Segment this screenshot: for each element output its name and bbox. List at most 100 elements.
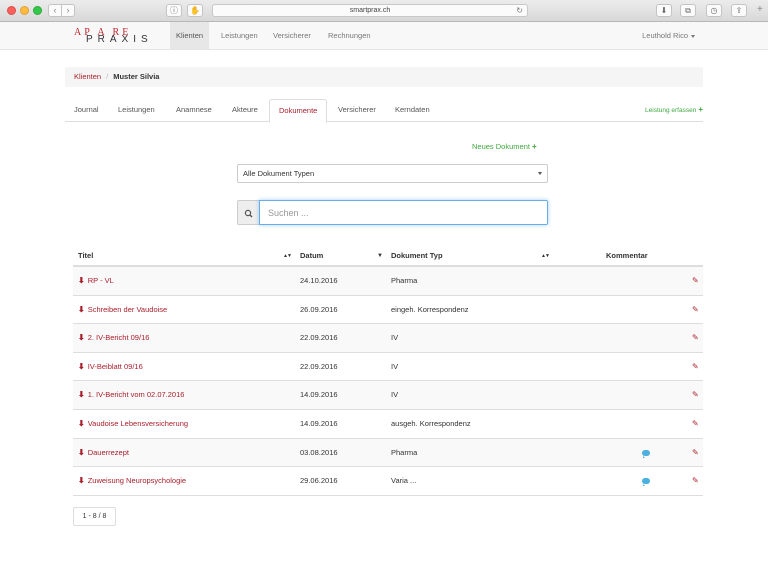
download-icon: ⬇ [78, 304, 85, 314]
table-row: ⬇ Schreiben der Vaudoise 26.09.2016 eingeh.… [73, 296, 703, 325]
column-header-date[interactable]: Datum [300, 245, 323, 267]
document-title-link[interactable]: ⬇ IV-Beiblatt 09/16 [78, 353, 143, 381]
sort-icon[interactable]: ▲▼ [541, 253, 550, 259]
document-type: IV [391, 333, 399, 343]
document-title-link[interactable]: ⬇ Vaudoise Lebensversicherung [78, 410, 188, 438]
extension-icon[interactable]: ✋ [187, 4, 203, 17]
download-icon: ⬇ [78, 390, 85, 400]
tab-journal[interactable]: Journal [65, 99, 108, 122]
close-window-button[interactable] [7, 6, 16, 15]
column-header-type[interactable]: Dokument Typ [391, 245, 443, 267]
nav-versicherer[interactable]: Versicherer [267, 22, 317, 49]
browser-toolbar: ‹ › ⓘ ✋ smartprax.ch ↻ ⬇ ⧉ ◷ ⇪ + [0, 0, 768, 22]
document-date: 29.06.2016 [300, 476, 338, 486]
pencil-icon[interactable]: ✎ [692, 419, 699, 428]
document-title-link[interactable]: ⬇ RP - VL [78, 267, 114, 295]
plus-icon: + [698, 105, 703, 114]
column-header-title[interactable]: Titel [78, 245, 93, 267]
document-title-link[interactable]: ⬇ 1. IV-Bericht vom 02.07.2016 [78, 381, 184, 409]
reload-icon[interactable]: ↻ [516, 5, 523, 17]
document-date: 14.09.2016 [300, 419, 338, 428]
breadcrumb-link-klienten[interactable]: Klienten [74, 72, 101, 81]
document-title-link[interactable]: ⬇ 2. IV-Bericht 09/16 [78, 324, 149, 352]
pagination[interactable]: 1 - 8 / 8 [73, 507, 116, 526]
column-header-comment: Kommentar [606, 251, 648, 260]
document-title: Vaudoise Lebensversicherung [87, 419, 189, 428]
document-title: RP - VL [87, 276, 114, 285]
zoom-window-button[interactable] [33, 6, 42, 15]
table-row: ⬇ Dauerrezept 03.08.2016 Pharma ✎ [73, 438, 703, 468]
nav-leistungen[interactable]: Leistungen [215, 22, 264, 49]
document-title-link[interactable]: ⬇ Zuweisung Neuropsychologie [78, 467, 186, 495]
url-text: smartprax.ch [349, 7, 391, 14]
table-row: ⬇ 1. IV-Bericht vom 02.07.2016 14.09.2016 I… [73, 381, 703, 410]
download-icon: ⬇ [78, 419, 85, 428]
new-document-label: Neues Dokument [472, 142, 530, 151]
document-title: 1. IV-Bericht vom 02.07.2016 [87, 390, 185, 400]
pencil-icon[interactable]: ✎ [692, 333, 699, 342]
tab-versicherer[interactable]: Versicherer [329, 99, 385, 122]
plus-icon: + [531, 142, 537, 151]
tab-dokumente[interactable]: Dokumente [269, 99, 328, 123]
comment-icon[interactable] [642, 478, 650, 487]
breadcrumb: Klienten / Muster Silvia [65, 67, 703, 87]
document-title: 2. IV-Bericht 09/16 [87, 333, 150, 343]
download-icon: ⬇ [78, 276, 85, 285]
document-date: 26.09.2016 [300, 304, 338, 314]
tabs-icon[interactable]: ⧉ [680, 4, 696, 17]
chevron-down-icon [538, 172, 542, 175]
table-row: ⬇ Vaudoise Lebensversicherung 14.09.2016 au… [73, 410, 703, 439]
nav-rechnungen[interactable]: Rechnungen [322, 22, 377, 49]
table-row: ⬇ 2. IV-Bericht 09/16 22.09.2016 IV ✎ [73, 324, 703, 353]
table-header: Titel ▲▼ Datum ▼ Dokument Typ ▲▼ Komment… [73, 245, 703, 267]
document-type: eingeh. Korrespondenz [391, 304, 469, 314]
new-tab-icon[interactable]: + [757, 4, 763, 15]
address-bar[interactable]: smartprax.ch ↻ [212, 4, 528, 17]
document-date: 03.08.2016 [300, 447, 338, 457]
nav-klienten[interactable]: Klienten [170, 22, 210, 49]
document-title: Zuweisung Neuropsychologie [87, 476, 187, 486]
minimize-window-button[interactable] [20, 6, 29, 15]
tab-akteure[interactable]: Akteure [223, 99, 267, 122]
search-input[interactable] [259, 200, 548, 225]
share-icon[interactable]: ⇪ [731, 4, 747, 17]
document-type: Pharma [391, 447, 418, 457]
comment-icon[interactable] [642, 449, 650, 458]
document-date: 22.09.2016 [300, 333, 338, 343]
sort-icon[interactable]: ▲▼ [283, 253, 292, 259]
info-icon[interactable]: ⓘ [166, 4, 182, 17]
document-title: IV-Beiblatt 09/16 [87, 361, 143, 371]
document-type: IV [391, 361, 399, 371]
new-document-button[interactable]: Neues Dokument + [472, 142, 537, 151]
user-name: Leuthold Rico [642, 31, 688, 40]
back-button[interactable]: ‹ [48, 4, 62, 17]
sort-desc-icon[interactable]: ▼ [377, 253, 383, 259]
pencil-icon[interactable]: ✎ [692, 476, 699, 485]
document-title-link[interactable]: ⬇ Dauerrezept [78, 439, 129, 467]
pencil-icon[interactable]: ✎ [692, 362, 699, 371]
pencil-icon[interactable]: ✎ [692, 276, 699, 285]
document-title: Dauerrezept [87, 447, 129, 457]
search-icon [244, 209, 253, 218]
logo[interactable]: AP A RE PRAXIS [74, 27, 164, 47]
forward-button[interactable]: › [61, 4, 75, 17]
document-type-selected: Alle Dokument Typen [243, 169, 315, 178]
pencil-icon[interactable]: ✎ [692, 305, 699, 314]
download-icon[interactable]: ⬇ [656, 4, 672, 17]
download-icon: ⬇ [78, 476, 85, 486]
tab-anamnese[interactable]: Anamnese [167, 99, 221, 122]
breadcrumb-current: Muster Silvia [113, 72, 160, 81]
download-icon: ⬇ [78, 333, 85, 343]
document-title-link[interactable]: ⬇ Schreiben der Vaudoise [78, 296, 167, 324]
history-icon[interactable]: ◷ [706, 4, 722, 17]
pencil-icon[interactable]: ✎ [692, 448, 699, 457]
chevron-down-icon [691, 34, 695, 38]
add-leistung-link[interactable]: Leistung erfassen + [645, 99, 703, 122]
document-type-select[interactable]: Alle Dokument Typen [237, 164, 548, 183]
tab-leistungen[interactable]: Leistungen [109, 99, 164, 122]
client-tabs: Journal Leistungen Anamnese Akteure Doku… [65, 99, 703, 123]
table-row: ⬇ IV-Beiblatt 09/16 22.09.2016 IV ✎ [73, 353, 703, 382]
user-menu[interactable]: Leuthold Rico [642, 22, 695, 49]
tab-kerndaten[interactable]: Kerndaten [386, 99, 439, 122]
pencil-icon[interactable]: ✎ [692, 390, 699, 399]
